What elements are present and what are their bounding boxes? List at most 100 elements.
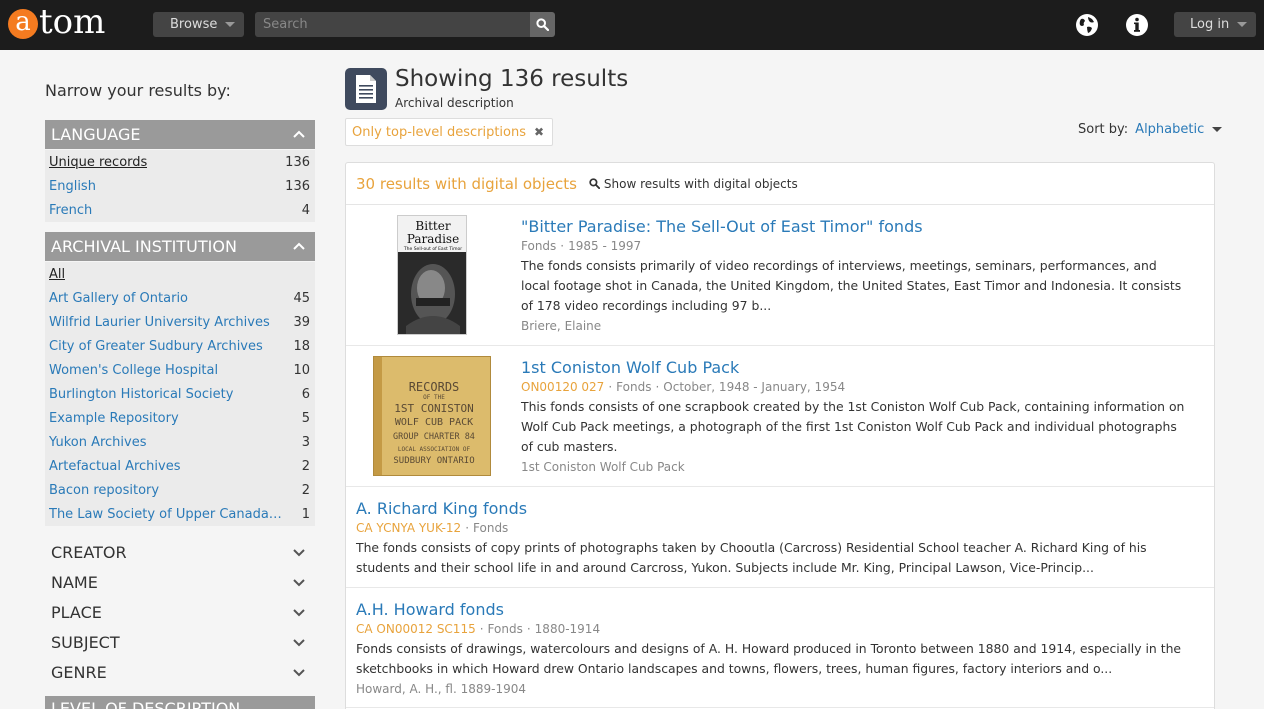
facet-item-label[interactable]: Example Repository [49, 411, 179, 426]
caret-down-icon [225, 22, 235, 27]
quick-links-button[interactable] [1125, 13, 1149, 37]
page-title: Showing 136 results [395, 66, 629, 92]
atom-logo[interactable]: a tom [8, 4, 105, 44]
results-list: 30 results with digital objects Show res… [345, 162, 1215, 709]
facet-item[interactable]: French 4 [45, 198, 315, 222]
result-level: Fonds [487, 622, 523, 636]
cover-line: WOLF CUB PACK [395, 417, 473, 428]
facet-header-genre[interactable]: GENRE [45, 657, 315, 687]
result-item: Bitter Paradise The Sell-out of East Tim… [346, 205, 1214, 346]
sort-dropdown[interactable]: Alphabetic [1135, 122, 1204, 137]
sort-selector: Sort by: Alphabetic [1078, 122, 1223, 137]
result-description: This fonds consists of one scrapbook cre… [521, 399, 1185, 454]
login-button[interactable]: Log in [1174, 12, 1256, 37]
result-dates: 1880-1914 [534, 622, 601, 636]
facet-title: LANGUAGE [51, 125, 141, 144]
cover-line: SUDBURY ONTARIO [393, 456, 474, 466]
browse-button[interactable]: Browse [153, 12, 244, 37]
cover-line: GROUP CHARTER 84 [393, 432, 475, 442]
facet-header-language[interactable]: LANGUAGE [45, 120, 315, 149]
result-item: RECORDS OF THE 1ST CONISTON WOLF CUB PAC… [346, 346, 1214, 487]
result-item: A.H. Howard fonds CA ON00012 SC115 · Fonds… [346, 588, 1214, 708]
scrapbook-cover-image: RECORDS OF THE 1ST CONISTON WOLF CUB PAC… [374, 357, 490, 475]
facet-title: CREATOR [51, 542, 127, 562]
facet-item-count: 10 [293, 362, 310, 378]
facet-item-count: 5 [301, 410, 310, 426]
facet-title: NAME [51, 572, 98, 592]
facet-item[interactable]: City of Greater Sudbury Archives 18 [45, 334, 315, 358]
facet-item[interactable]: Artefactual Archives 2 [45, 454, 315, 478]
facet-item-label[interactable]: The Law Society of Upper Canada Archives [49, 507, 284, 522]
facet-item-label[interactable]: All [49, 267, 65, 282]
result-title-link[interactable]: "Bitter Paradise: The Sell-Out of East T… [521, 217, 923, 236]
show-digital-objects-link[interactable]: Show results with digital objects [589, 177, 798, 191]
facet-item-label[interactable]: Bacon repository [49, 483, 159, 498]
cover-line: LOCAL ASSOCIATION OF [398, 446, 471, 453]
filter-tag-top-level[interactable]: Only top-level descriptions ✖ [345, 118, 554, 146]
narrow-results-title: Narrow your results by: [45, 81, 231, 100]
result-dates: October, 1948 - January, 1954 [663, 380, 846, 394]
result-item: A. Richard King fonds CA YCNYA YUK-12 · Fo… [346, 487, 1214, 588]
facet-item[interactable]: Bacon repository 2 [45, 478, 315, 502]
result-creator: 1st Coniston Wolf Cub Pack [521, 460, 685, 474]
result-creator: Howard, A. H., fl. 1889-1904 [356, 682, 526, 696]
facet-item[interactable]: Wilfrid Laurier University Archives 39 [45, 310, 315, 334]
facet-item-label[interactable]: Unique records [49, 155, 147, 170]
facet-item-label[interactable]: City of Greater Sudbury Archives [49, 339, 263, 354]
search-button[interactable] [530, 12, 555, 37]
facet-item-count: 45 [293, 290, 310, 306]
chevron-down-icon [293, 669, 305, 677]
facet-item-label[interactable]: Artefactual Archives [49, 459, 181, 474]
facet-item[interactable]: All [45, 262, 315, 286]
facet-item[interactable]: Art Gallery of Ontario 45 [45, 286, 315, 310]
remove-filter-icon[interactable]: ✖ [534, 125, 544, 139]
facet-item-label[interactable]: Burlington Historical Society [49, 387, 233, 402]
facet-header-creator[interactable]: CREATOR [45, 537, 315, 567]
facet-item-label[interactable]: Wilfrid Laurier University Archives [49, 315, 270, 330]
facet-header-place[interactable]: PLACE [45, 597, 315, 627]
facet-item[interactable]: Yukon Archives 3 [45, 430, 315, 454]
login-label: Log in [1190, 17, 1230, 32]
facet-item-label[interactable]: Women's College Hospital [49, 363, 218, 378]
facet-header-archival-institution[interactable]: ARCHIVAL INSTITUTION [45, 232, 315, 261]
facet-item-count: 39 [293, 314, 310, 330]
facet-item[interactable]: Example Repository 5 [45, 406, 315, 430]
facet-list-language: Unique records 136 English 136 French 4 [45, 150, 315, 222]
caret-down-icon[interactable] [1212, 127, 1223, 132]
chevron-down-icon [293, 579, 305, 587]
result-title-link[interactable]: A. Richard King fonds [356, 499, 527, 518]
result-title-link[interactable]: A.H. Howard fonds [356, 600, 504, 619]
facet-header-subject[interactable]: SUBJECT [45, 627, 315, 657]
facet-item-count: 1 [301, 506, 310, 522]
facet-title: GENRE [51, 662, 107, 682]
chevron-down-icon [293, 639, 305, 647]
result-description: The fonds consists of copy prints of pho… [356, 540, 1147, 575]
facet-item[interactable]: Unique records 136 [45, 150, 315, 174]
facet-title: SUBJECT [51, 632, 120, 652]
cover-line-1: Bitter [415, 219, 450, 233]
result-level: Fonds [521, 239, 557, 253]
result-meta: ON00120 027 · Fonds · October, 1948 - Januar… [521, 380, 846, 394]
search-input[interactable] [255, 12, 530, 37]
result-thumbnail[interactable]: RECORDS OF THE 1ST CONISTON WOLF CUB PAC… [373, 356, 491, 476]
cover-line: OF THE [423, 394, 445, 401]
facet-item-label[interactable]: Yukon Archives [49, 435, 147, 450]
info-icon [1126, 14, 1148, 36]
facet-item[interactable]: Burlington Historical Society 6 [45, 382, 315, 406]
facet-item-label[interactable]: English [49, 179, 96, 194]
facet-item-label[interactable]: French [49, 203, 92, 218]
cover-line-3: The Sell-out of East Timor [403, 246, 462, 252]
facet-item[interactable]: The Law Society of Upper Canada Archives… [45, 502, 315, 526]
language-menu-button[interactable] [1075, 13, 1099, 37]
facet-item-label[interactable]: Art Gallery of Ontario [49, 291, 188, 306]
result-title-link[interactable]: 1st Coniston Wolf Cub Pack [521, 358, 739, 377]
top-navbar: a tom Browse Log in [0, 0, 1264, 50]
facet-title: ARCHIVAL INSTITUTION [51, 237, 237, 256]
facet-item[interactable]: English 136 [45, 174, 315, 198]
facet-item-count: 18 [293, 338, 310, 354]
result-thumbnail[interactable]: Bitter Paradise The Sell-out of East Tim… [397, 215, 467, 335]
facet-header-name[interactable]: NAME [45, 567, 315, 597]
facet-header-level-of-description[interactable]: LEVEL OF DESCRIPTION [45, 696, 315, 709]
facet-item[interactable]: Women's College Hospital 10 [45, 358, 315, 382]
facet-item-count: 2 [301, 482, 310, 498]
